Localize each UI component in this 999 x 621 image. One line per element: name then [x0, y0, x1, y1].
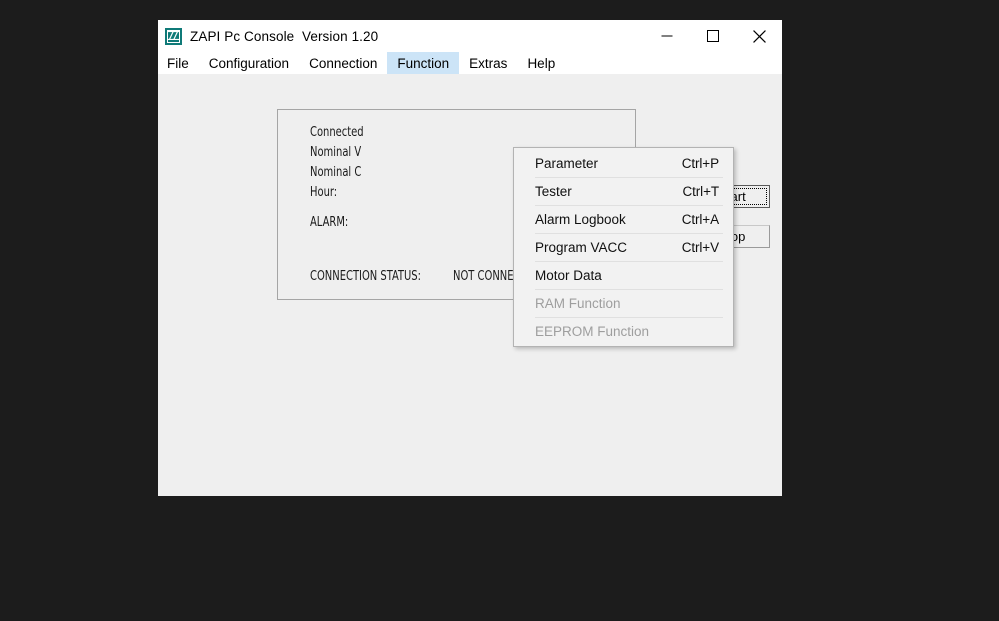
menu-item-label: Connection — [309, 55, 378, 71]
menu-option-label: Parameter — [535, 155, 599, 171]
panel-row-nominal-voltage: Nominal V — [310, 144, 362, 160]
maximize-icon[interactable] — [690, 20, 736, 52]
menu-item-label: Function — [397, 55, 450, 71]
panel-row-hour: Hour: — [310, 184, 338, 200]
menu-option-alarm-logbook[interactable]: Alarm Logbook Ctrl+A — [514, 205, 733, 233]
application-window: ZAPI Pc Console Version 1.20 File Config… — [158, 20, 782, 496]
close-icon[interactable] — [736, 20, 782, 52]
panel-row-connected: Connected — [310, 124, 364, 140]
menu-item-configuration[interactable]: Configuration — [199, 52, 299, 74]
zapi-logo-icon — [165, 27, 182, 45]
panel-row-nominal-current: Nominal C — [310, 164, 362, 180]
menu-item-label: Extras — [469, 55, 508, 71]
window-title: ZAPI Pc Console Version 1.20 — [190, 28, 379, 44]
menu-item-file[interactable]: File — [158, 52, 199, 74]
menu-option-label: RAM Function — [535, 295, 621, 311]
menu-item-function[interactable]: Function — [387, 52, 460, 74]
menu-option-label: Tester — [535, 183, 572, 199]
minimize-icon[interactable] — [644, 20, 690, 52]
menu-option-tester[interactable]: Tester Ctrl+T — [514, 177, 733, 205]
menu-option-motor-data[interactable]: Motor Data — [514, 261, 733, 289]
menu-item-label: Help — [527, 55, 556, 71]
menu-item-help[interactable]: Help — [517, 52, 565, 74]
menu-option-program-vacc[interactable]: Program VACC Ctrl+V — [514, 233, 733, 261]
client-area: Connected Nominal V Nominal C Hour: ALAR… — [158, 74, 782, 496]
menu-option-ram-function: RAM Function — [514, 289, 733, 317]
menu-item-label: File — [167, 55, 189, 71]
title-bar: ZAPI Pc Console Version 1.20 — [158, 20, 782, 52]
menu-option-label: Program VACC — [535, 239, 628, 255]
menu-item-extras[interactable]: Extras — [459, 52, 517, 74]
menu-item-label: Configuration — [208, 55, 290, 71]
menu-option-label: Alarm Logbook — [535, 211, 626, 227]
panel-row-alarm: ALARM: — [310, 214, 349, 230]
menu-option-eeprom-function: EEPROM Function — [514, 317, 733, 345]
menu-item-connection[interactable]: Connection — [299, 52, 387, 74]
window-controls — [644, 20, 782, 52]
menu-option-label: Motor Data — [535, 267, 602, 283]
menu-option-parameter[interactable]: Parameter Ctrl+P — [514, 149, 733, 177]
menu-option-shortcut: Ctrl+V — [681, 239, 719, 255]
menu-bar: File Configuration Connection Function E… — [158, 52, 782, 74]
menu-option-shortcut: Ctrl+T — [682, 183, 719, 199]
function-dropdown-menu: Parameter Ctrl+P Tester Ctrl+T Alarm Log… — [513, 147, 734, 347]
menu-option-shortcut: Ctrl+A — [681, 211, 719, 227]
menu-option-shortcut: Ctrl+P — [681, 155, 719, 171]
menu-option-label: EEPROM Function — [535, 323, 650, 339]
connection-status-label: CONNECTION STATUS: — [310, 268, 421, 284]
